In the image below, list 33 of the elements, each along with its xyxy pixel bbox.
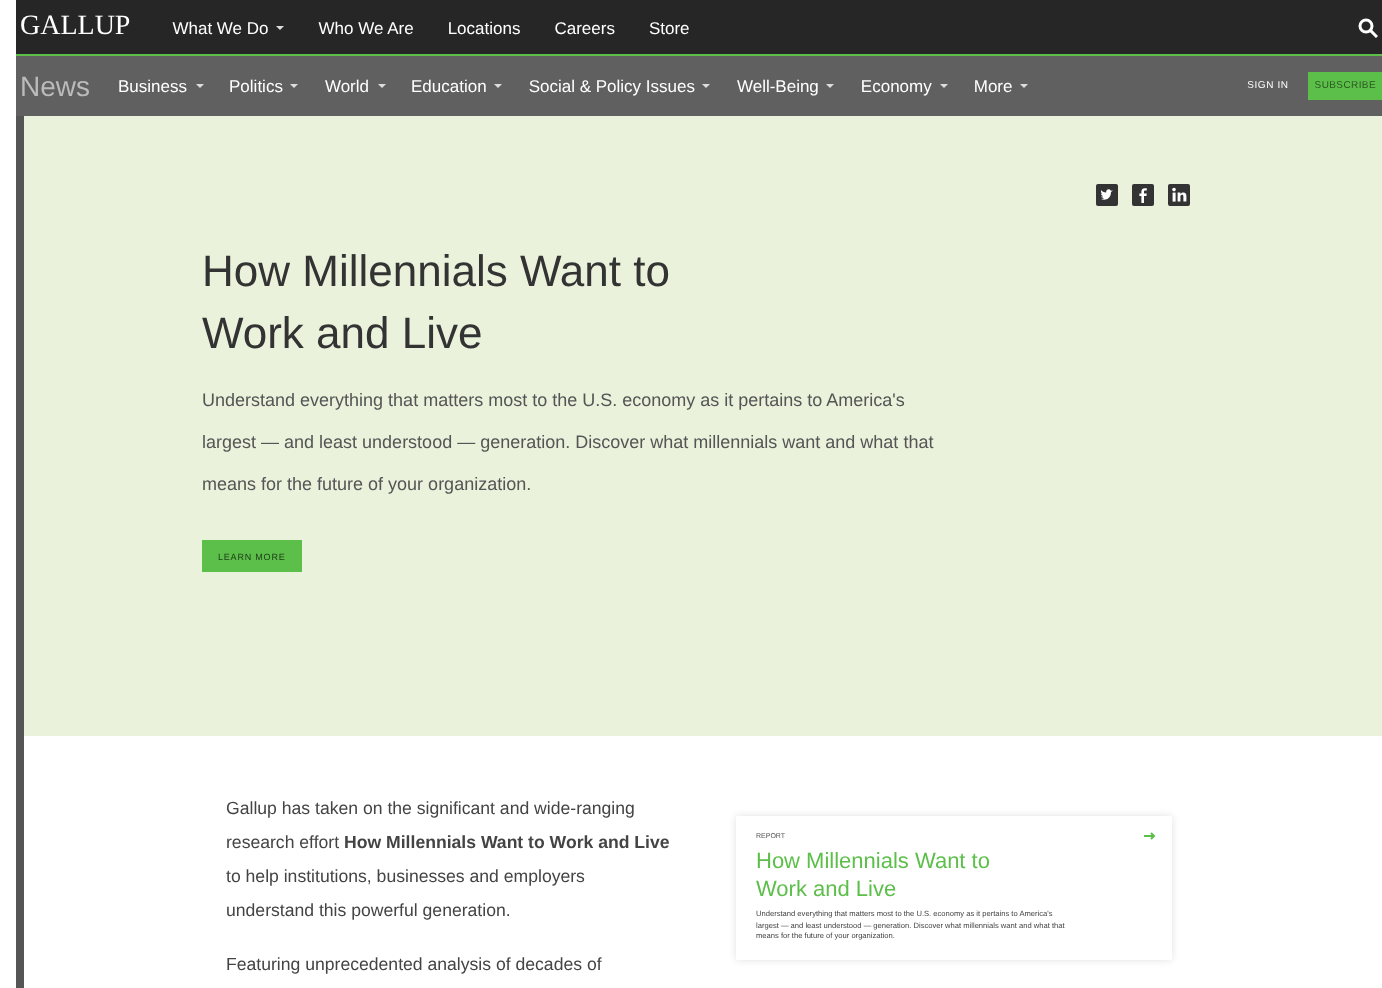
twitter-icon[interactable] xyxy=(1096,184,1118,206)
nav-link[interactable]: Education xyxy=(411,76,503,96)
caret-icon xyxy=(939,84,948,88)
gallup-logo[interactable]: GALLUP xyxy=(20,11,131,43)
section-title: News xyxy=(20,70,91,102)
hero-title: How Millennials Want to Work and Live xyxy=(202,244,672,362)
caret-icon xyxy=(290,84,299,88)
nav-link[interactable]: Politics xyxy=(229,76,299,96)
body-paragraph: Featuring unprecedented analysis of decades of xyxy=(226,952,604,978)
nav-link[interactable]: What We Do xyxy=(172,17,285,37)
nav-link[interactable]: Economy xyxy=(860,76,948,96)
hero-description: Understand everything that matters most to the U.S. economy as it pertains to America's largest — and least understood — generation. Discover what millennials want and what that means for the future of your organization. xyxy=(202,388,936,498)
nav-link[interactable]: Careers xyxy=(554,17,615,37)
nav-link[interactable]: More xyxy=(973,76,1029,96)
linkedin-icon[interactable] xyxy=(1168,184,1190,206)
nav-link[interactable]: Store xyxy=(648,17,690,37)
caret-icon xyxy=(494,84,503,88)
nav-link[interactable]: Business xyxy=(118,76,204,96)
search-icon[interactable] xyxy=(1358,17,1378,37)
nav-link[interactable]: Who We Are xyxy=(318,17,414,37)
body-paragraph: Gallup has taken on the significant and wide-ranging research effort How Millennials Want to Work and Live to help institutions, businesses and employers understand this powerful generation. xyxy=(226,796,672,924)
caret-icon xyxy=(276,25,285,29)
report-title: How Millennials Want to Work and Live xyxy=(756,848,992,904)
nav-link[interactable]: Locations xyxy=(447,17,521,37)
nav-link[interactable]: Social & Policy Issues xyxy=(528,76,711,96)
nav-link[interactable]: World xyxy=(324,76,385,96)
caret-icon xyxy=(826,84,835,88)
caret-icon xyxy=(702,84,711,88)
nav-link[interactable]: Well-Being xyxy=(736,76,835,96)
facebook-icon[interactable] xyxy=(1132,184,1154,206)
caret-icon xyxy=(1020,84,1029,88)
caret-icon xyxy=(195,84,204,88)
caret-icon xyxy=(377,84,385,88)
